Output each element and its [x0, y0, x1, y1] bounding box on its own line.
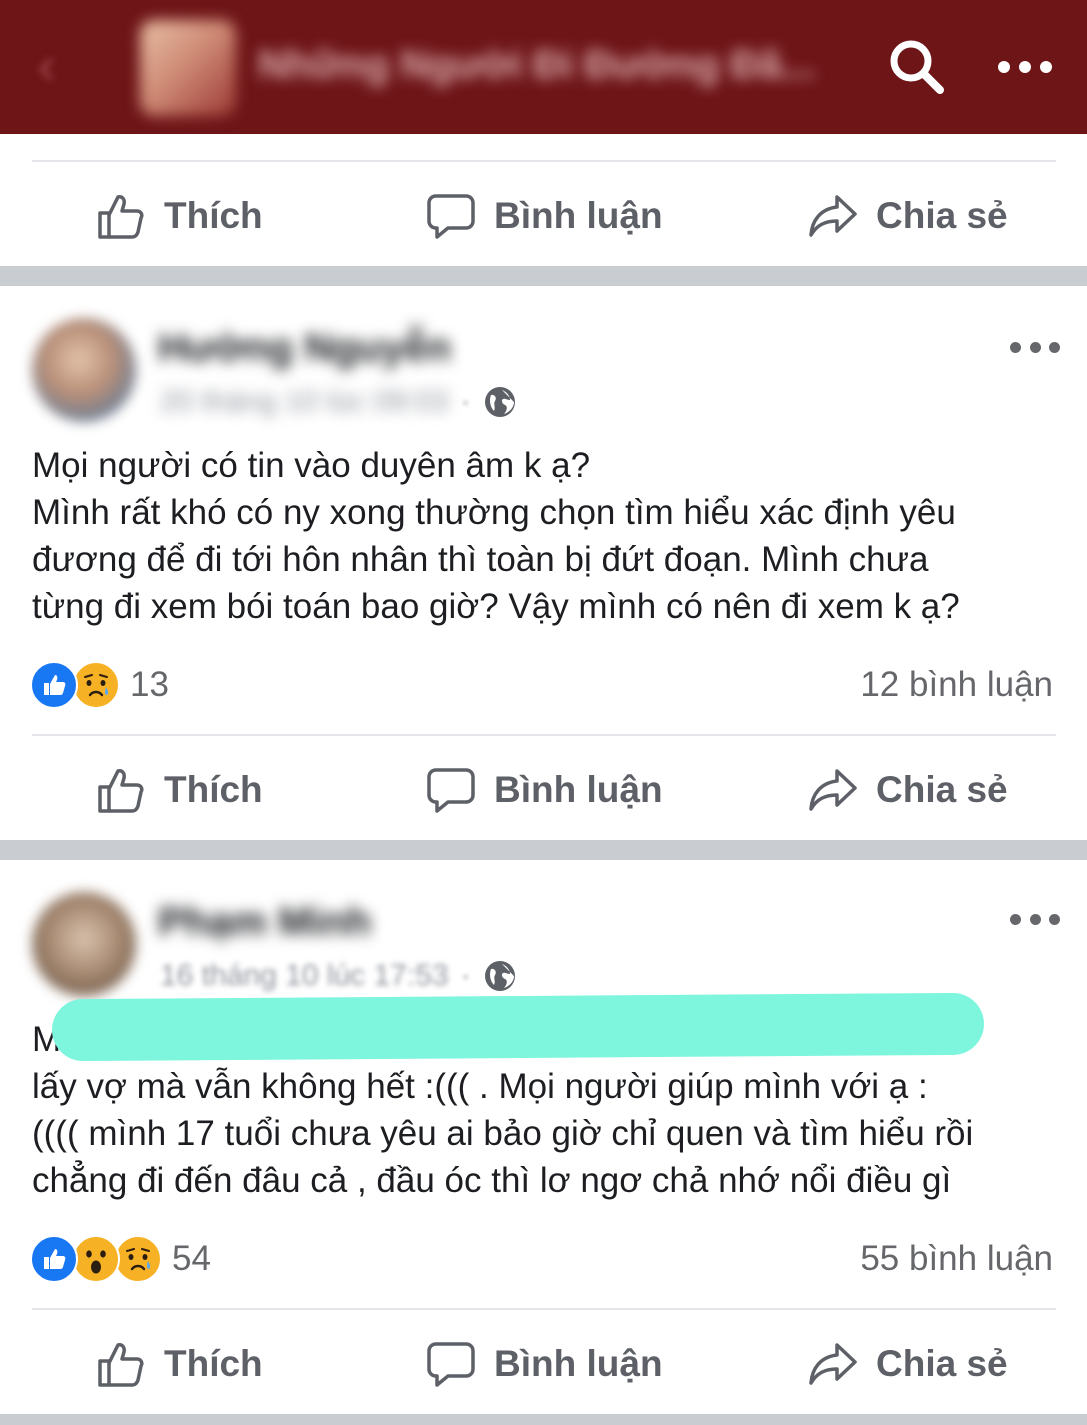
author-name[interactable]: Phạm Minh — [158, 900, 371, 952]
more-dot — [1040, 61, 1052, 73]
post-time[interactable]: 16 tháng 10 lúc 17:53 — [160, 959, 449, 993]
like-label: Thích — [164, 195, 263, 236]
like-icon — [98, 1343, 144, 1387]
share-icon — [809, 1343, 857, 1385]
comment-button[interactable]: Bình luận — [426, 745, 663, 835]
meta-dot: · — [460, 959, 471, 992]
more-dot — [1029, 341, 1041, 353]
like-label: Thích — [164, 769, 263, 810]
reactions-summary[interactable]: 13 — [30, 660, 169, 710]
divider — [32, 160, 1056, 162]
search-icon — [890, 40, 944, 94]
like-reaction-icon — [30, 1235, 78, 1283]
more-dot — [1019, 61, 1031, 73]
reactions-summary[interactable]: 54 — [30, 1234, 211, 1284]
more-dot — [1049, 341, 1060, 353]
comment-button[interactable]: Bình luận — [426, 1319, 663, 1409]
post-text-line: (((( mình 17 tuổi chưa yêu ai bảo giờ ch… — [32, 1114, 974, 1153]
globe-icon — [484, 961, 515, 991]
comment-label: Bình luận — [494, 195, 663, 236]
post-text-line: đương để đi tới hôn nhân thì toàn bị đứt… — [32, 540, 929, 579]
more-dot — [1010, 341, 1021, 353]
share-label: Chia sẻ — [876, 769, 1008, 810]
globe-icon — [484, 387, 515, 417]
reaction-count: 54 — [172, 1239, 211, 1278]
share-button[interactable]: Chia sẻ — [808, 1319, 1008, 1409]
comment-icon — [427, 194, 475, 239]
comment-count[interactable]: 12 bình luận — [860, 660, 1053, 710]
share-label: Chia sẻ — [876, 195, 1008, 236]
share-button[interactable]: Chia sẻ — [808, 171, 1008, 261]
like-icon — [98, 769, 144, 813]
comment-button[interactable]: Bình luận — [426, 171, 663, 261]
top-bar: ‹ Những Người Đi Đường Đã... — [0, 0, 1087, 134]
reaction-count: 13 — [130, 665, 169, 704]
post-text-line: từng đi xem bói toán bao giờ? Vậy mình c… — [32, 587, 960, 626]
like-icon — [98, 195, 144, 239]
post-text-line: chẳng đi đến đâu cả , đầu óc thì lơ ngơ … — [32, 1161, 952, 1200]
like-label: Thích — [164, 1343, 263, 1384]
post-text-line: Mọi người có tin vào duyên âm k ạ? — [32, 446, 591, 485]
action-bar: Thích Bình luận Chia sẻ — [32, 745, 1056, 835]
post-separator — [0, 266, 1087, 286]
post-options-button[interactable] — [1010, 906, 1060, 932]
share-button[interactable]: Chia sẻ — [808, 745, 1008, 835]
search-button[interactable] — [886, 36, 946, 96]
post-text-line: Mình rất khó có ny xong thường chọn tìm … — [32, 493, 956, 532]
wow-reaction-icon — [72, 1235, 120, 1283]
share-icon — [809, 769, 857, 811]
more-dot — [1029, 913, 1041, 925]
comment-icon — [427, 768, 475, 813]
action-bar: Thích Bình luận Chia sẻ — [32, 1319, 1056, 1409]
comment-label: Bình luận — [494, 1343, 663, 1384]
post-separator — [0, 1414, 1087, 1425]
group-title[interactable]: Những Người Đi Đường Đã... — [258, 40, 818, 90]
divider — [32, 734, 1056, 736]
action-bar: Thích Bình luận Chia sẻ — [32, 171, 1056, 261]
more-dot — [1049, 913, 1060, 925]
sad-reaction-icon — [114, 1235, 162, 1283]
share-icon — [809, 195, 857, 237]
meta-dot: · — [460, 385, 471, 418]
post-options-button[interactable] — [1010, 334, 1060, 360]
like-button[interactable]: Thích — [96, 1319, 263, 1409]
like-button[interactable]: Thích — [96, 745, 263, 835]
like-button[interactable]: Thích — [96, 171, 263, 261]
post-meta: 20 tháng 10 lúc 09:03 · — [160, 382, 517, 422]
share-label: Chia sẻ — [876, 1343, 1008, 1384]
like-reaction-icon — [30, 661, 78, 709]
avatar[interactable] — [32, 318, 136, 422]
divider — [32, 1308, 1056, 1310]
sad-reaction-icon — [72, 661, 120, 709]
author-name[interactable]: Hường Nguyễn — [158, 326, 451, 378]
group-avatar[interactable] — [140, 20, 236, 116]
avatar[interactable] — [32, 892, 136, 996]
highlighter-redaction — [51, 992, 985, 1062]
post-time[interactable]: 20 tháng 10 lúc 09:03 — [160, 385, 449, 419]
comment-label: Bình luận — [494, 769, 663, 810]
back-button[interactable]: ‹ — [38, 38, 82, 94]
post-body: Mọi người có tin vào duyên âm k ạ? Mình … — [32, 442, 1062, 630]
more-dot — [1010, 913, 1021, 925]
comment-count[interactable]: 55 bình luận — [860, 1234, 1053, 1284]
post-meta: 16 tháng 10 lúc 17:53 · — [160, 956, 517, 996]
more-options-button[interactable] — [990, 40, 1060, 94]
more-dot — [998, 61, 1010, 73]
post-text-line: lấy vợ mà vẫn không hết :((( . Mọi người… — [32, 1067, 928, 1106]
post-separator — [0, 840, 1087, 860]
comment-icon — [427, 1342, 475, 1387]
